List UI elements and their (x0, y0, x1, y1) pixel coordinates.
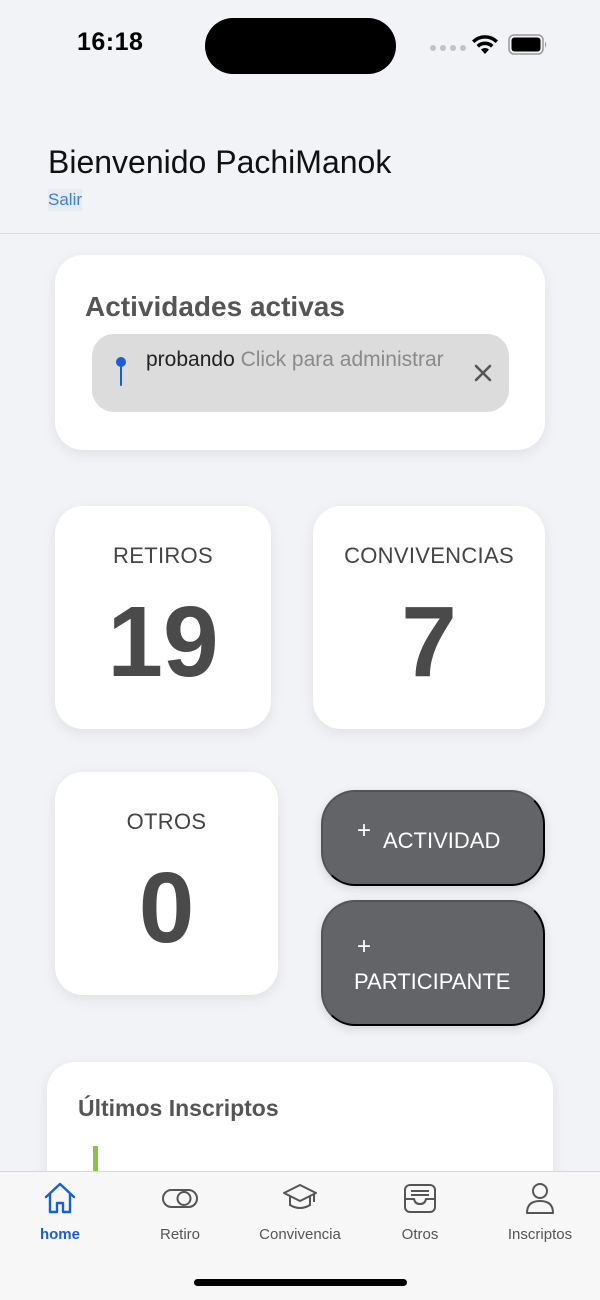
status-time: 16:18 (77, 28, 144, 56)
cellular-signal-icon (430, 45, 466, 51)
otros-stat-card[interactable]: OTROS 0 (55, 772, 278, 995)
otros-count: 0 (138, 852, 195, 964)
activity-chip-text: probando Click para administrar (146, 344, 446, 375)
activity-name: probando (146, 348, 235, 371)
logout-link[interactable]: Salir (48, 189, 83, 211)
graduation-cap-icon (283, 1184, 317, 1209)
tab-otros[interactable]: Otros (360, 1180, 480, 1243)
tab-inscriptos-label: Inscriptos (507, 1226, 573, 1243)
toggle-icon (162, 1189, 198, 1208)
tab-retiro[interactable]: Retiro (120, 1180, 240, 1243)
retiros-count: 19 (107, 586, 219, 698)
latest-registrants-title: Últimos Inscriptos (78, 1095, 279, 1121)
battery-icon (508, 34, 547, 55)
plus-icon: + (357, 933, 372, 960)
otros-label: OTROS (126, 809, 207, 834)
add-participant-label: PARTICIPANTE (354, 969, 511, 994)
home-indicator (194, 1279, 407, 1286)
plus-icon: + (357, 817, 372, 844)
activity-chip[interactable]: probando Click para administrar (92, 334, 509, 412)
tab-convivencia-label: Convivencia (259, 1226, 341, 1243)
tab-convivencia[interactable]: Convivencia (240, 1180, 360, 1243)
convivencias-label: CONVIVENCIAS (344, 543, 514, 568)
active-activities-card: Actividades activas probando Click para … (55, 255, 545, 450)
wifi-icon (472, 35, 498, 54)
add-activity-button[interactable]: + ACTIVIDAD (321, 790, 545, 886)
tab-home[interactable]: home (0, 1180, 120, 1243)
active-activities-title: Actividades activas (85, 291, 345, 322)
retiros-stat-card[interactable]: RETIROS 19 (55, 506, 271, 729)
header-divider (0, 233, 600, 234)
convivencias-stat-card[interactable]: CONVIVENCIAS 7 (313, 506, 545, 729)
convivencias-count: 7 (401, 586, 457, 698)
retiros-label: RETIROS (113, 543, 213, 568)
welcome-title: Bienvenido PachiManok (48, 144, 392, 180)
add-activity-label: ACTIVIDAD (383, 828, 501, 853)
tab-retiro-label: Retiro (159, 1226, 200, 1243)
person-icon (526, 1183, 554, 1214)
close-icon[interactable] (472, 362, 494, 384)
tab-inscriptos[interactable]: Inscriptos (480, 1180, 600, 1243)
home-icon (44, 1182, 76, 1214)
pin-icon (116, 357, 126, 386)
dynamic-island (205, 18, 396, 74)
tray-icon (404, 1184, 436, 1213)
tab-home-label: home (39, 1226, 80, 1243)
activity-hint: Click para administrar (240, 348, 444, 371)
tab-otros-label: Otros (401, 1226, 439, 1243)
add-participant-button[interactable]: + PARTICIPANTE (321, 900, 545, 1026)
